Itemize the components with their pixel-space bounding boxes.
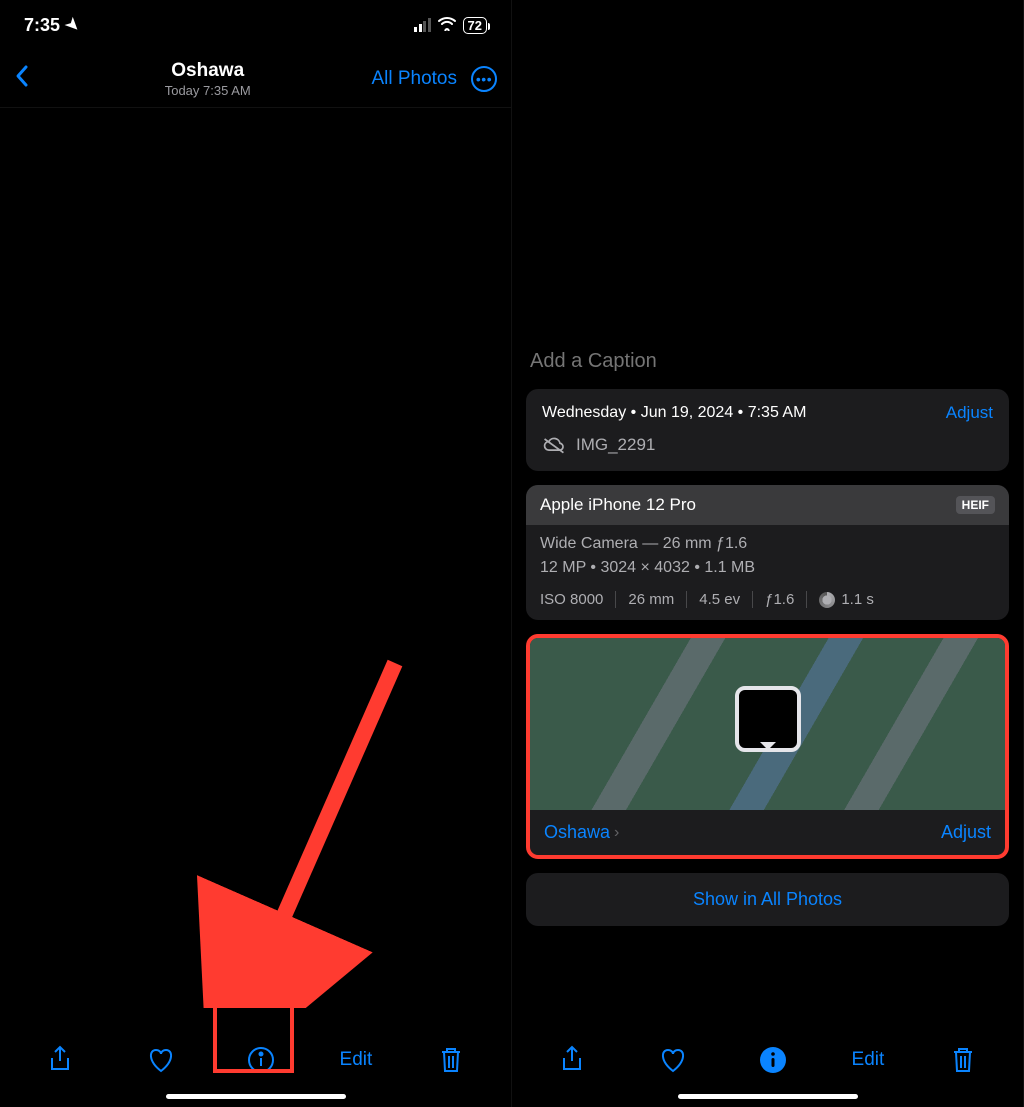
spec-iso: ISO 8000 bbox=[540, 591, 616, 608]
favorite-button[interactable] bbox=[651, 1038, 695, 1082]
caption-field-wrapper bbox=[526, 340, 1009, 389]
photo-info-panel: Wednesday • Jun 19, 2024 • 7:35 AM Adjus… bbox=[512, 340, 1023, 1023]
photo-viewport[interactable] bbox=[0, 108, 511, 1023]
home-indicator[interactable] bbox=[678, 1094, 858, 1099]
adjust-location-button[interactable]: Adjust bbox=[941, 822, 991, 843]
adjust-date-button[interactable]: Adjust bbox=[946, 403, 993, 423]
all-photos-button[interactable]: All Photos bbox=[371, 68, 457, 90]
battery-indicator: 72 bbox=[463, 17, 487, 34]
status-time: 7:35 bbox=[24, 15, 60, 36]
camera-device: Apple iPhone 12 Pro bbox=[540, 495, 696, 515]
nav-title-block: Oshawa Today 7:35 AM bbox=[44, 60, 371, 98]
favorite-button[interactable] bbox=[139, 1038, 183, 1082]
info-button-active[interactable] bbox=[751, 1038, 795, 1082]
info-button[interactable] bbox=[239, 1038, 283, 1082]
share-button[interactable] bbox=[38, 1038, 82, 1082]
delete-button[interactable] bbox=[941, 1038, 985, 1082]
photo-datetime: Wednesday • Jun 19, 2024 • 7:35 AM bbox=[542, 404, 806, 422]
shutter-icon bbox=[819, 592, 835, 608]
cloud-off-icon bbox=[542, 433, 566, 457]
navigation-bar: Oshawa Today 7:35 AM All Photos ••• bbox=[0, 50, 511, 108]
chevron-right-icon: › bbox=[614, 824, 619, 842]
cellular-signal-icon bbox=[414, 18, 431, 32]
home-indicator[interactable] bbox=[166, 1094, 346, 1099]
file-format-badge: HEIF bbox=[956, 496, 995, 514]
exif-specs-row: ISO 8000 26 mm 4.5 ev ƒ1.6 1.1 s bbox=[526, 581, 1009, 620]
resolution-info: 12 MP • 3024 × 4032 • 1.1 MB bbox=[540, 559, 995, 577]
phone-left-photo-view: 7:35 ➤ 72 Oshawa Today 7:35 AM All Photo… bbox=[0, 0, 512, 1107]
location-arrow-icon: ➤ bbox=[61, 13, 85, 37]
spec-focal: 26 mm bbox=[616, 591, 687, 608]
location-map-card[interactable]: Oshawa › Adjust bbox=[526, 634, 1009, 859]
back-button[interactable] bbox=[14, 63, 44, 95]
spec-aperture: ƒ1.6 bbox=[753, 591, 807, 608]
annotation-arrow bbox=[0, 108, 512, 1008]
edit-button[interactable]: Edit bbox=[852, 1049, 885, 1071]
photo-filename: IMG_2291 bbox=[576, 435, 655, 455]
phone-right-info-panel: Wednesday • Jun 19, 2024 • 7:35 AM Adjus… bbox=[512, 0, 1024, 1107]
date-metadata-card: Wednesday • Jun 19, 2024 • 7:35 AM Adjus… bbox=[526, 389, 1009, 471]
caption-input[interactable] bbox=[530, 350, 1005, 373]
spec-ev: 4.5 ev bbox=[687, 591, 753, 608]
wifi-icon bbox=[437, 15, 457, 36]
spec-shutter: 1.1 s bbox=[807, 591, 874, 608]
nav-subtitle: Today 7:35 AM bbox=[44, 83, 371, 98]
photo-peek-area[interactable] bbox=[512, 0, 1023, 340]
map-photo-pin bbox=[735, 686, 801, 752]
edit-button[interactable]: Edit bbox=[340, 1049, 373, 1071]
status-bar: 7:35 ➤ 72 bbox=[0, 0, 511, 50]
map-location-link[interactable]: Oshawa › bbox=[544, 822, 619, 843]
camera-metadata-card: Apple iPhone 12 Pro HEIF Wide Camera — 2… bbox=[526, 485, 1009, 620]
more-options-button[interactable]: ••• bbox=[471, 66, 497, 92]
share-button[interactable] bbox=[550, 1038, 594, 1082]
show-in-all-photos-button[interactable]: Show in All Photos bbox=[526, 873, 1009, 926]
map-thumbnail[interactable] bbox=[530, 638, 1005, 810]
lens-info: Wide Camera — 26 mm ƒ1.6 bbox=[540, 535, 995, 553]
delete-button[interactable] bbox=[429, 1038, 473, 1082]
nav-title: Oshawa bbox=[44, 60, 371, 82]
